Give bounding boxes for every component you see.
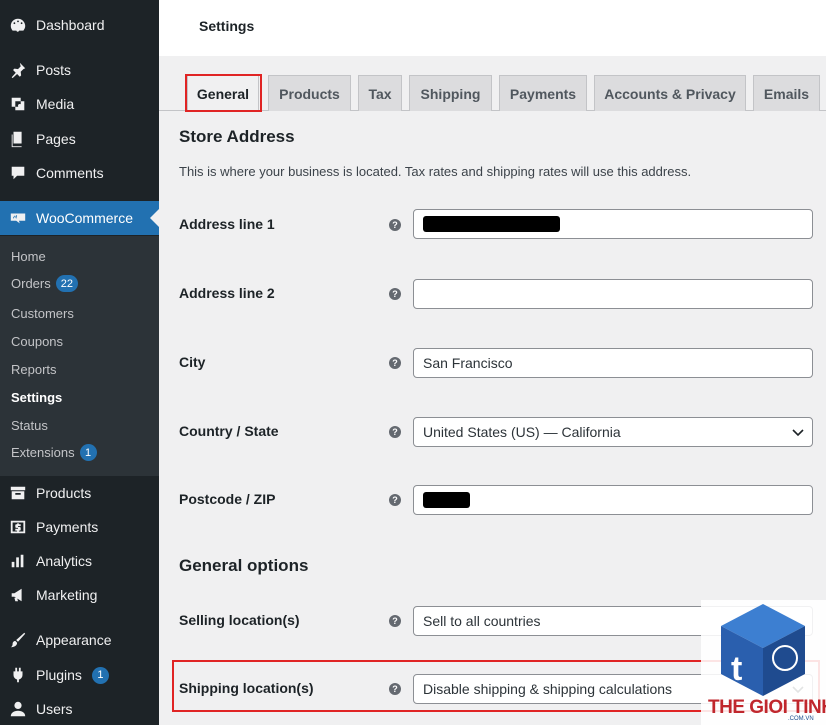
menu-analytics[interactable]: Analytics	[0, 544, 159, 578]
submenu-status[interactable]: Status	[11, 418, 48, 433]
help-icon[interactable]: ?	[389, 219, 401, 231]
submenu-extensions[interactable]: Extensions 1	[11, 444, 97, 461]
dollar-icon	[8, 517, 28, 537]
menu-woocommerce[interactable]: WooCommerce	[0, 201, 159, 235]
menu-label: Payments	[36, 519, 99, 535]
tab-products[interactable]: Products	[268, 75, 351, 111]
menu-label: Analytics	[36, 553, 93, 569]
menu-label: Media	[36, 96, 75, 112]
submenu-orders[interactable]: Orders 22	[11, 275, 78, 292]
address1-input[interactable]	[413, 209, 813, 239]
plugins-count-badge: 1	[91, 666, 109, 684]
bar-chart-icon	[8, 551, 28, 571]
submenu-reports[interactable]: Reports	[11, 362, 57, 377]
city-input[interactable]: San Francisco	[413, 348, 813, 378]
watermark-sub-text: .COM.VN	[788, 716, 814, 722]
city-value: San Francisco	[423, 355, 513, 371]
dashboard-icon	[8, 15, 28, 35]
svg-text:t: t	[731, 650, 742, 688]
pages-icon	[8, 129, 28, 149]
users-icon	[8, 699, 28, 719]
tab-shipping[interactable]: Shipping	[409, 75, 492, 111]
help-icon[interactable]: ?	[389, 426, 401, 438]
menu-label: Pages	[36, 131, 76, 147]
help-icon[interactable]: ?	[389, 288, 401, 300]
orders-count-badge: 22	[55, 275, 78, 292]
extensions-count-badge: 1	[79, 444, 97, 461]
selling-location-label: Selling location(s)	[179, 612, 300, 628]
submenu-label: Extensions	[11, 445, 75, 460]
selling-location-value: Sell to all countries	[423, 613, 541, 629]
admin-sidebar: Dashboard Posts Media Pages Comments Woo…	[0, 0, 159, 725]
submenu-label: Settings	[11, 390, 63, 405]
comment-icon	[8, 163, 28, 183]
menu-payments[interactable]: Payments	[0, 510, 159, 544]
address1-label: Address line 1	[179, 216, 275, 232]
help-icon[interactable]: ?	[389, 494, 401, 506]
address2-label: Address line 2	[179, 285, 275, 301]
help-icon[interactable]: ?	[389, 357, 401, 369]
country-state-select[interactable]: United States (US) — California	[413, 417, 813, 447]
submenu-label: Orders	[11, 276, 51, 291]
woocommerce-submenu: Home Orders 22 Customers Coupons Reports …	[0, 236, 159, 476]
archive-icon	[8, 483, 28, 503]
redacted-value	[423, 492, 470, 508]
menu-label: WooCommerce	[36, 210, 133, 226]
chevron-down-icon	[792, 429, 804, 437]
country-state-value: United States (US) — California	[423, 424, 621, 440]
menu-appearance[interactable]: Appearance	[0, 623, 159, 657]
address2-input[interactable]	[413, 279, 813, 309]
menu-dashboard[interactable]: Dashboard	[0, 8, 159, 42]
postcode-input[interactable]	[413, 485, 813, 515]
menu-posts[interactable]: Posts	[0, 53, 159, 87]
brush-icon	[8, 630, 28, 650]
woocommerce-icon	[8, 208, 28, 228]
tab-payments[interactable]: Payments	[499, 75, 587, 111]
section-heading-store-address: Store Address	[179, 127, 295, 146]
submenu-label: Coupons	[11, 334, 64, 349]
store-address-description: This is where your business is located. …	[179, 164, 692, 179]
menu-products[interactable]: Products	[0, 476, 159, 510]
tab-accounts-privacy[interactable]: Accounts & Privacy	[594, 75, 746, 111]
media-icon	[8, 94, 28, 114]
highlight-general-tab	[185, 74, 262, 112]
page-header: Settings	[159, 0, 826, 56]
city-label: City	[179, 354, 206, 370]
submenu-coupons[interactable]: Coupons	[11, 334, 63, 349]
country-state-label: Country / State	[179, 423, 279, 439]
menu-comments[interactable]: Comments	[0, 156, 159, 190]
submenu-label: Status	[11, 418, 48, 433]
redacted-value	[423, 216, 560, 232]
submenu-label: Customers	[11, 306, 74, 321]
submenu-settings[interactable]: Settings	[11, 390, 62, 405]
menu-label: Posts	[36, 62, 72, 78]
menu-label: Dashboard	[36, 17, 105, 33]
menu-label: Products	[36, 485, 92, 501]
menu-pages[interactable]: Pages	[0, 122, 159, 156]
section-heading-general-options: General options	[179, 556, 309, 575]
menu-label: Appearance	[36, 632, 112, 648]
menu-marketing[interactable]: Marketing	[0, 578, 159, 612]
submenu-home[interactable]: Home	[11, 249, 46, 264]
menu-media[interactable]: Media	[0, 87, 159, 121]
submenu-customers[interactable]: Customers	[11, 306, 74, 321]
menu-label: Marketing	[36, 587, 98, 603]
submenu-label: Reports	[11, 362, 57, 377]
menu-plugins[interactable]: Plugins 1	[0, 658, 159, 692]
tab-emails[interactable]: Emails	[753, 75, 820, 111]
submenu-label: Home	[11, 249, 46, 264]
menu-label: Users	[36, 701, 73, 717]
postcode-label: Postcode / ZIP	[179, 491, 276, 507]
megaphone-icon	[8, 585, 28, 605]
help-icon[interactable]: ?	[389, 615, 401, 627]
menu-users[interactable]: Users	[0, 692, 159, 725]
menu-label: Plugins	[36, 667, 82, 683]
page-title: Settings	[199, 18, 255, 34]
plug-icon	[8, 665, 28, 685]
menu-label: Comments	[36, 165, 104, 181]
pin-icon	[8, 60, 28, 80]
tab-tax[interactable]: Tax	[358, 75, 402, 111]
